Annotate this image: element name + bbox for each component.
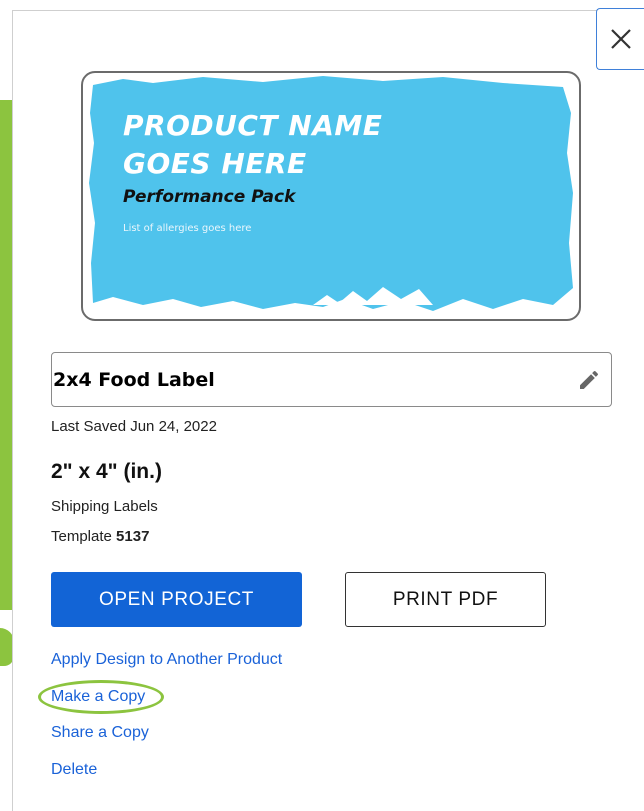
open-project-button[interactable]: OPEN PROJECT xyxy=(51,572,302,627)
label-subtitle: Performance Pack xyxy=(123,187,296,207)
project-name-field[interactable] xyxy=(51,352,612,407)
label-title-line2: GOES HERE xyxy=(123,147,307,180)
project-name-input[interactable] xyxy=(52,353,553,406)
template-info: Template 5137 xyxy=(51,528,149,545)
pencil-icon[interactable] xyxy=(577,368,601,397)
label-product-name: PRODUCT NAME GOES HERE xyxy=(123,107,382,183)
template-prefix: Template xyxy=(51,528,112,545)
label-allergies-text: List of allergies goes here xyxy=(123,223,252,234)
label-preview[interactable]: PRODUCT NAME GOES HERE Performance Pack … xyxy=(81,71,581,321)
label-size: 2" x 4" (in.) xyxy=(51,460,162,483)
print-pdf-button[interactable]: PRINT PDF xyxy=(345,572,546,627)
close-icon xyxy=(610,29,631,49)
close-button[interactable] xyxy=(596,8,644,70)
share-copy-link[interactable]: Share a Copy xyxy=(51,724,149,742)
background-green-strip xyxy=(0,100,12,610)
delete-link[interactable]: Delete xyxy=(51,761,97,779)
apply-design-link[interactable]: Apply Design to Another Product xyxy=(51,651,282,669)
highlight-circle xyxy=(38,680,164,714)
label-title-line1: PRODUCT NAME xyxy=(123,109,383,142)
last-saved-text: Last Saved Jun 24, 2022 xyxy=(51,418,217,435)
product-category: Shipping Labels xyxy=(51,498,158,515)
template-number: 5137 xyxy=(116,528,150,545)
